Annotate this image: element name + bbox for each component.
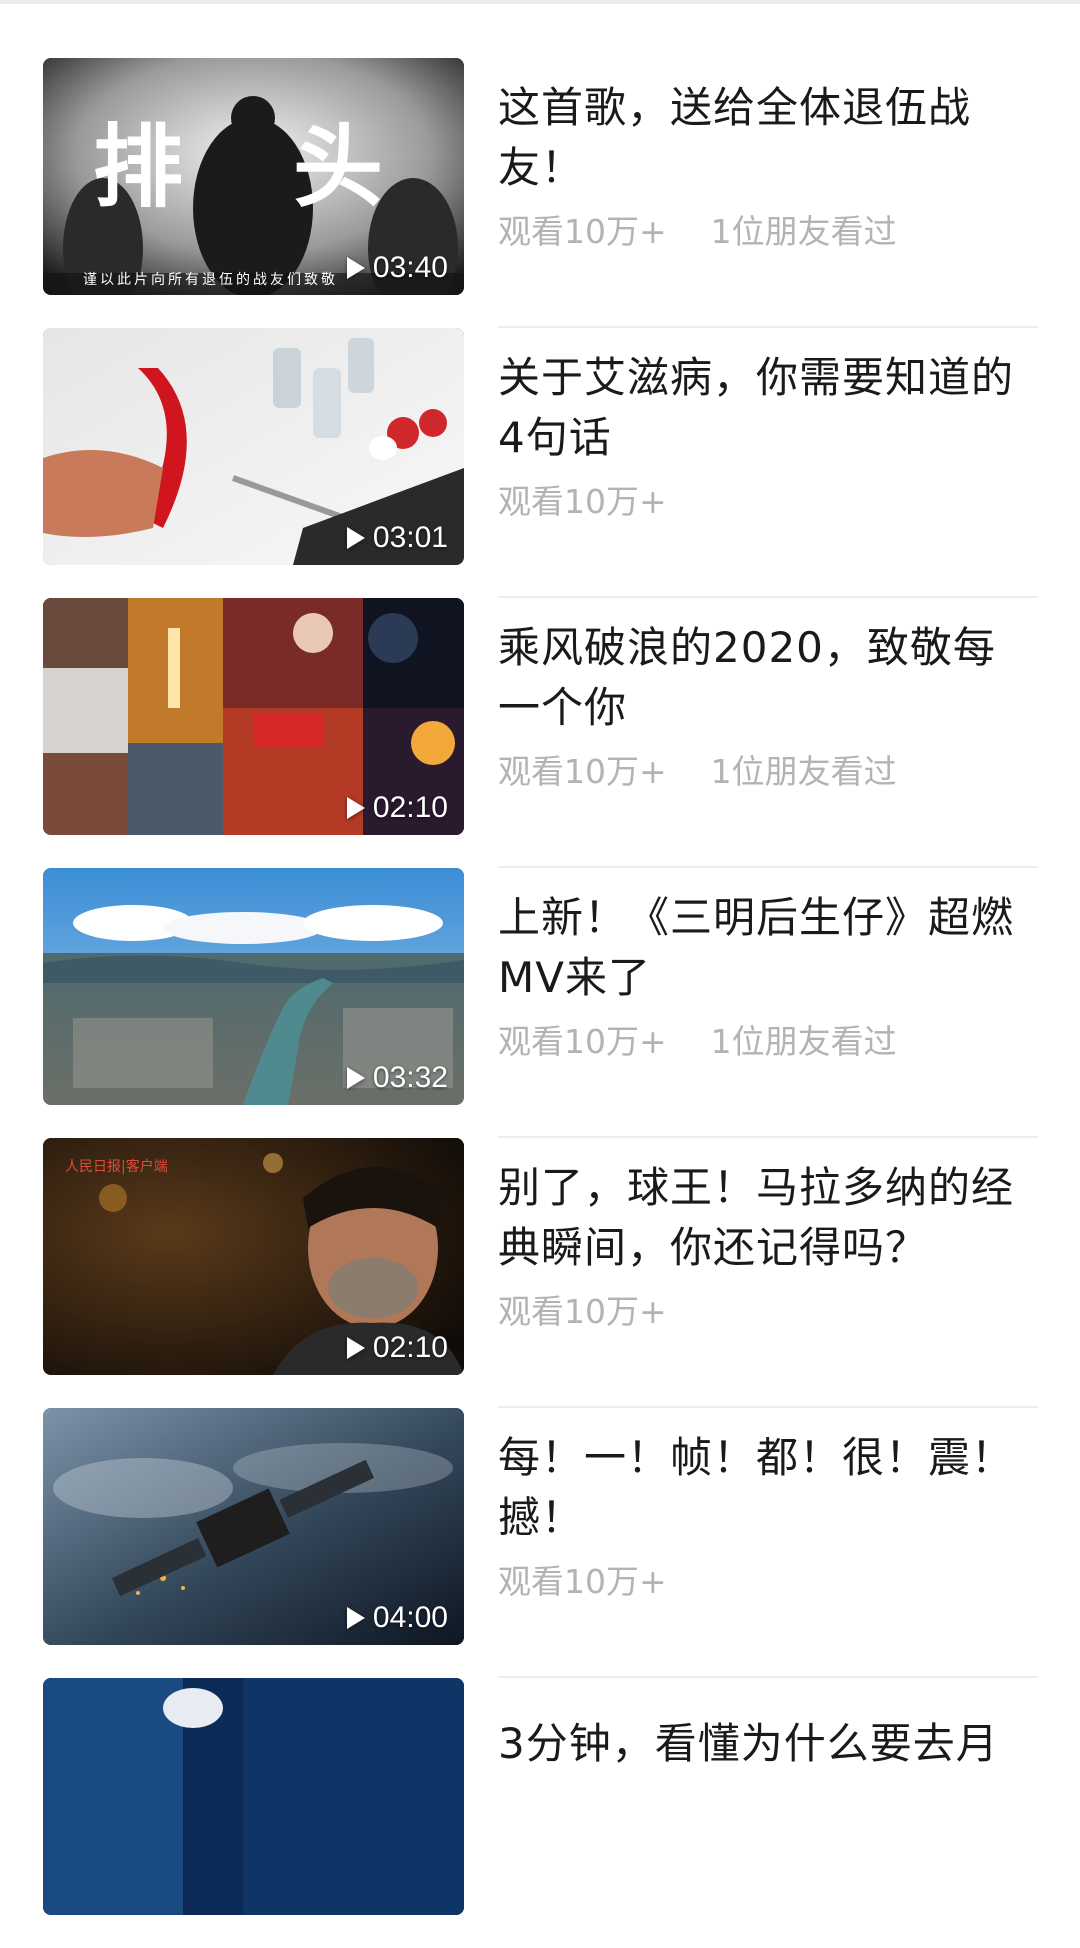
duration-text: 02:10 — [372, 1331, 448, 1364]
view-count: 观看10万+ — [498, 752, 667, 791]
video-thumbnail[interactable] — [43, 1678, 464, 1915]
video-thumbnail[interactable]: 03:01 — [43, 328, 464, 565]
duration-text: 03:01 — [372, 521, 448, 554]
video-thumbnail[interactable]: 04:00 — [43, 1408, 464, 1645]
play-icon — [346, 1067, 365, 1089]
play-icon — [346, 797, 365, 819]
duration-badge: 04:00 — [346, 1601, 448, 1635]
friends-watched: 1位朋友看过 — [710, 1022, 897, 1061]
video-info[interactable]: 乘风破浪的2020，致敬每一个你 观看10万+ 1位朋友看过 — [498, 618, 1038, 794]
duration-badge: 02:10 — [346, 791, 448, 825]
video-item[interactable]: 排 头 谨以此片向所有退伍的战友们致敬 03:40 这首歌，送给全体退伍战友！ … — [0, 58, 1080, 328]
video-meta: 观看10万+ — [498, 480, 1038, 524]
video-title[interactable]: 乘风破浪的2020，致敬每一个你 — [498, 618, 1038, 738]
duration-badge: 02:10 — [346, 1331, 448, 1365]
duration-text: 03:40 — [372, 251, 448, 284]
view-count: 观看10万+ — [498, 212, 667, 251]
video-info[interactable]: 别了，球王！马拉多纳的经典瞬间，你还记得吗？ 观看10万+ — [498, 1158, 1038, 1334]
video-title[interactable]: 这首歌，送给全体退伍战友！ — [498, 78, 1038, 198]
video-title[interactable]: 关于艾滋病，你需要知道的4句话 — [498, 348, 1038, 468]
video-thumbnail[interactable]: 排 头 谨以此片向所有退伍的战友们致敬 03:40 — [43, 58, 464, 295]
video-thumbnail[interactable]: 03:32 — [43, 868, 464, 1105]
video-item[interactable]: 02:10 乘风破浪的2020，致敬每一个你 观看10万+ 1位朋友看过 — [0, 598, 1080, 868]
view-count: 观看10万+ — [498, 1562, 667, 1601]
thumb-caption: 人民日报|客户端 — [65, 1159, 168, 1175]
video-item[interactable]: 04:00 每！一！帧！都！很！震！撼！ 观看10万+ — [0, 1408, 1080, 1678]
video-item[interactable]: 03:32 上新！《三明后生仔》超燃MV来了 观看10万+ 1位朋友看过 — [0, 868, 1080, 1138]
video-title[interactable]: 别了，球王！马拉多纳的经典瞬间，你还记得吗？ — [498, 1158, 1038, 1278]
video-item[interactable]: 3分钟，看懂为什么要去月 — [0, 1678, 1080, 1948]
top-edge — [0, 0, 1080, 4]
video-meta: 观看10万+ 1位朋友看过 — [498, 210, 1038, 254]
video-meta: 观看10万+ — [498, 1560, 1038, 1604]
duration-text: 02:10 — [372, 791, 448, 824]
view-count: 观看10万+ — [498, 1292, 667, 1331]
video-meta: 观看10万+ 1位朋友看过 — [498, 1020, 1038, 1064]
friends-watched: 1位朋友看过 — [710, 752, 897, 791]
video-info[interactable]: 每！一！帧！都！很！震！撼！ 观看10万+ — [498, 1428, 1038, 1604]
thumb-overlay-right: 头 — [293, 114, 383, 220]
video-title[interactable]: 3分钟，看懂为什么要去月 — [498, 1714, 1038, 1774]
play-icon — [346, 527, 365, 549]
video-thumbnail[interactable]: 人民日报|客户端 02:10 — [43, 1138, 464, 1375]
duration-badge: 03:32 — [346, 1061, 448, 1095]
video-info[interactable]: 3分钟，看懂为什么要去月 — [498, 1714, 1038, 1774]
video-thumbnail[interactable]: 02:10 — [43, 598, 464, 835]
play-icon — [346, 257, 365, 279]
video-info[interactable]: 这首歌，送给全体退伍战友！ 观看10万+ 1位朋友看过 — [498, 78, 1038, 254]
play-icon — [346, 1337, 365, 1359]
duration-text: 04:00 — [372, 1601, 448, 1634]
video-meta: 观看10万+ 1位朋友看过 — [498, 750, 1038, 794]
video-meta: 观看10万+ — [498, 1290, 1038, 1334]
thumbnail-image — [43, 1678, 464, 1915]
video-item[interactable]: 人民日报|客户端 02:10 别了，球王！马拉多纳的经典瞬间，你还记得吗？ 观看… — [0, 1138, 1080, 1408]
play-icon — [346, 1607, 365, 1629]
duration-badge: 03:01 — [346, 521, 448, 555]
video-item[interactable]: 03:01 关于艾滋病，你需要知道的4句话 观看10万+ — [0, 328, 1080, 598]
friends-watched: 1位朋友看过 — [710, 212, 897, 251]
video-title[interactable]: 每！一！帧！都！很！震！撼！ — [498, 1428, 1038, 1548]
video-info[interactable]: 关于艾滋病，你需要知道的4句话 观看10万+ — [498, 348, 1038, 524]
video-info[interactable]: 上新！《三明后生仔》超燃MV来了 观看10万+ 1位朋友看过 — [498, 888, 1038, 1064]
thumb-caption: 谨以此片向所有退伍的战友们致敬 — [83, 272, 338, 288]
view-count: 观看10万+ — [498, 482, 667, 521]
duration-text: 03:32 — [372, 1061, 448, 1094]
duration-badge: 03:40 — [346, 251, 448, 285]
video-title[interactable]: 上新！《三明后生仔》超燃MV来了 — [498, 888, 1038, 1008]
thumb-overlay-left: 排 — [93, 114, 183, 220]
view-count: 观看10万+ — [498, 1022, 667, 1061]
